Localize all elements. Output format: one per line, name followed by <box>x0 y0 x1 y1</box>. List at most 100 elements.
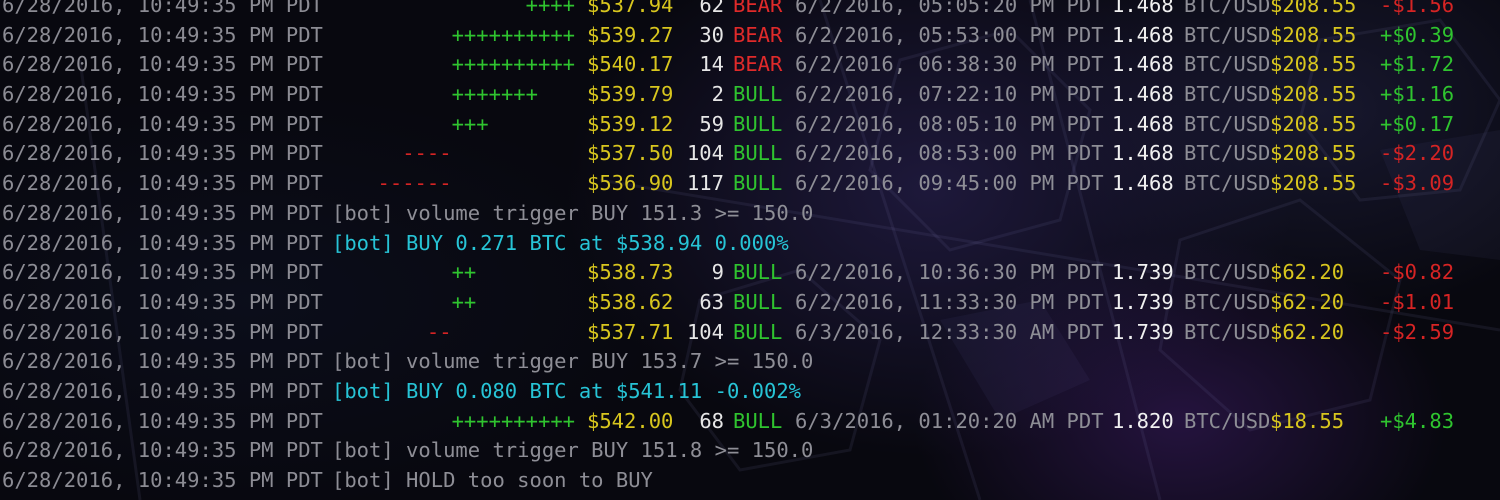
balance: $62.20 <box>1270 260 1345 285</box>
balance: $208.55 <box>1270 111 1357 136</box>
period-time: 6/2/2016, 07:22:10 PM PDT <box>795 82 1104 107</box>
currency-pair: BTC/USD <box>1184 171 1271 196</box>
balance: $208.55 <box>1270 82 1357 107</box>
trade-period-line: 6/28/2016, 10:49:35 PM PDT ++++++++++ $542… <box>0 407 1500 437</box>
market-side: BULL <box>733 111 783 136</box>
timestamp: 6/28/2016, 10:49:35 PM PDT <box>2 408 323 433</box>
market-side: BULL <box>733 171 783 196</box>
trend-indicator: ---- <box>402 141 575 166</box>
price: $539.27 <box>587 22 674 47</box>
market-side: BEAR <box>733 22 783 47</box>
volume: 2 <box>711 82 724 107</box>
market-side: BEAR <box>733 0 783 17</box>
trade-period-line: 6/28/2016, 10:49:35 PM PDT ------ $536.90… <box>0 169 1500 199</box>
currency-pair: BTC/USD <box>1184 111 1271 136</box>
currency-pair: BTC/USD <box>1184 82 1271 107</box>
price: $537.50 <box>587 141 674 166</box>
period-time: 6/2/2016, 08:53:00 PM PDT <box>795 141 1104 166</box>
currency-pair: BTC/USD <box>1184 22 1271 47</box>
period-time: 6/2/2016, 05:53:00 PM PDT <box>795 22 1104 47</box>
timestamp: 6/28/2016, 10:49:35 PM PDT <box>2 111 323 136</box>
trend-indicator: ++++++++++ <box>451 408 575 433</box>
period-time: 6/2/2016, 08:05:10 PM PDT <box>795 111 1104 136</box>
price: $538.62 <box>587 289 674 314</box>
volume: 14 <box>699 52 724 77</box>
timestamp: 6/28/2016, 10:49:35 PM PDT <box>2 438 323 463</box>
bot-message: [bot] volume trigger BUY 151.8 >= 150.0 <box>332 438 814 463</box>
balance-change: +$1.72 <box>1380 52 1455 77</box>
balance-change: -$1.01 <box>1380 289 1455 314</box>
timestamp: 6/28/2016, 10:49:35 PM PDT <box>2 141 323 166</box>
volume: 104 <box>686 319 724 344</box>
log-message-line: 6/28/2016, 10:49:35 PM PDT [bot] volume t… <box>0 347 1500 377</box>
currency-pair: BTC/USD <box>1184 319 1271 344</box>
log-message-line: 6/28/2016, 10:49:35 PM PDT [bot] BUY 0.08… <box>0 377 1500 407</box>
ratio: 1.739 <box>1112 319 1174 344</box>
market-side: BULL <box>733 141 783 166</box>
trade-period-line: 6/28/2016, 10:49:35 PM PDT ++ $538.62 63 BU… <box>0 288 1500 318</box>
market-side: BULL <box>733 289 783 314</box>
trend-indicator: ++++++++++ <box>451 52 575 77</box>
market-side: BULL <box>733 82 783 107</box>
timestamp: 6/28/2016, 10:49:35 PM PDT <box>2 289 323 314</box>
volume: 62 <box>699 0 724 17</box>
price: $536.90 <box>587 171 674 196</box>
period-time: 6/2/2016, 09:45:00 PM PDT <box>795 171 1104 196</box>
trade-period-line: 6/28/2016, 10:49:35 PM PDT ---- $537.50 10… <box>0 139 1500 169</box>
period-time: 6/3/2016, 01:20:20 AM PDT <box>795 408 1104 433</box>
balance-change: +$0.17 <box>1380 111 1455 136</box>
timestamp: 6/28/2016, 10:49:35 PM PDT <box>2 82 323 107</box>
period-time: 6/2/2016, 05:05:20 PM PDT <box>795 0 1104 17</box>
balance-change: -$1.56 <box>1380 0 1455 17</box>
balance: $208.55 <box>1270 141 1357 166</box>
trade-period-line: 6/28/2016, 10:49:35 PM PDT ++ $538.73 9 BUL… <box>0 258 1500 288</box>
period-time: 6/2/2016, 10:36:30 PM PDT <box>795 260 1104 285</box>
log-message-line: 6/28/2016, 10:49:35 PM PDT [bot] volume t… <box>0 436 1500 466</box>
currency-pair: BTC/USD <box>1184 141 1271 166</box>
price: $539.12 <box>587 111 674 136</box>
trade-period-line: 6/28/2016, 10:49:35 PM PDT ++++++++++ $539… <box>0 21 1500 51</box>
trade-period-line: 6/28/2016, 10:49:35 PM PDT +++++++ $539.7… <box>0 80 1500 110</box>
trend-indicator: ------ <box>377 171 575 196</box>
trend-indicator: ++++++++++ <box>451 22 575 47</box>
trade-period-line: 6/28/2016, 10:49:35 PM PDT ++++++++++ $540… <box>0 50 1500 80</box>
market-side: BULL <box>733 408 783 433</box>
trade-period-line: 6/28/2016, 10:49:35 PM PDT -- $537.71 104 B… <box>0 318 1500 348</box>
timestamp: 6/28/2016, 10:49:35 PM PDT <box>2 230 323 255</box>
balance: $208.55 <box>1270 22 1357 47</box>
volume: 104 <box>686 141 724 166</box>
timestamp: 6/28/2016, 10:49:35 PM PDT <box>2 171 323 196</box>
terminal-output: 6/28/2016, 10:49:35 PM PDT ++++ $537.94 62 B… <box>0 0 1500 496</box>
timestamp: 6/28/2016, 10:49:35 PM PDT <box>2 52 323 77</box>
period-time: 6/2/2016, 11:33:30 PM PDT <box>795 289 1104 314</box>
balance-change: -$3.09 <box>1380 171 1455 196</box>
terminal-window[interactable]: 6/28/2016, 10:49:35 PM PDT ++++ $537.94 62 B… <box>0 0 1500 500</box>
timestamp: 6/28/2016, 10:49:35 PM PDT <box>2 22 323 47</box>
ratio: 1.468 <box>1112 0 1174 17</box>
market-side: BULL <box>733 319 783 344</box>
volume: 68 <box>699 408 724 433</box>
trend-indicator: -- <box>426 319 575 344</box>
ratio: 1.739 <box>1112 289 1174 314</box>
volume: 63 <box>699 289 724 314</box>
log-message-line: 6/28/2016, 10:49:35 PM PDT [bot] HOLD too… <box>0 466 1500 496</box>
timestamp: 6/28/2016, 10:49:35 PM PDT <box>2 378 323 403</box>
balance: $208.55 <box>1270 0 1357 17</box>
balance: $208.55 <box>1270 171 1357 196</box>
currency-pair: BTC/USD <box>1184 260 1271 285</box>
trade-period-line: 6/28/2016, 10:49:35 PM PDT +++ $539.12 59 B… <box>0 110 1500 140</box>
price: $540.17 <box>587 52 674 77</box>
price: $538.73 <box>587 260 674 285</box>
market-side: BULL <box>733 260 783 285</box>
volume: 30 <box>699 22 724 47</box>
currency-pair: BTC/USD <box>1184 0 1271 17</box>
volume: 9 <box>711 260 724 285</box>
balance-change: -$2.59 <box>1380 319 1455 344</box>
price: $537.94 <box>587 0 674 17</box>
currency-pair: BTC/USD <box>1184 408 1271 433</box>
balance: $62.20 <box>1270 319 1345 344</box>
trend-indicator: ++++ <box>525 0 575 17</box>
ratio: 1.468 <box>1112 22 1174 47</box>
volume: 117 <box>686 171 724 196</box>
price: $537.71 <box>587 319 674 344</box>
